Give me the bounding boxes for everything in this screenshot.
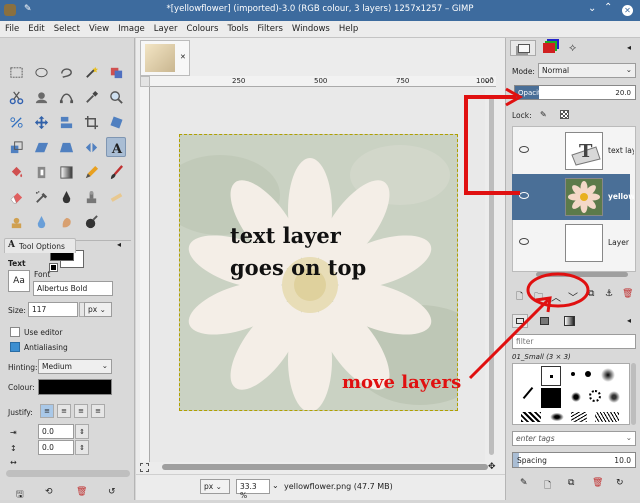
annotation-overlay xyxy=(464,87,590,380)
annotation-arrow-line xyxy=(468,298,550,380)
annotation-bracket xyxy=(464,95,520,195)
